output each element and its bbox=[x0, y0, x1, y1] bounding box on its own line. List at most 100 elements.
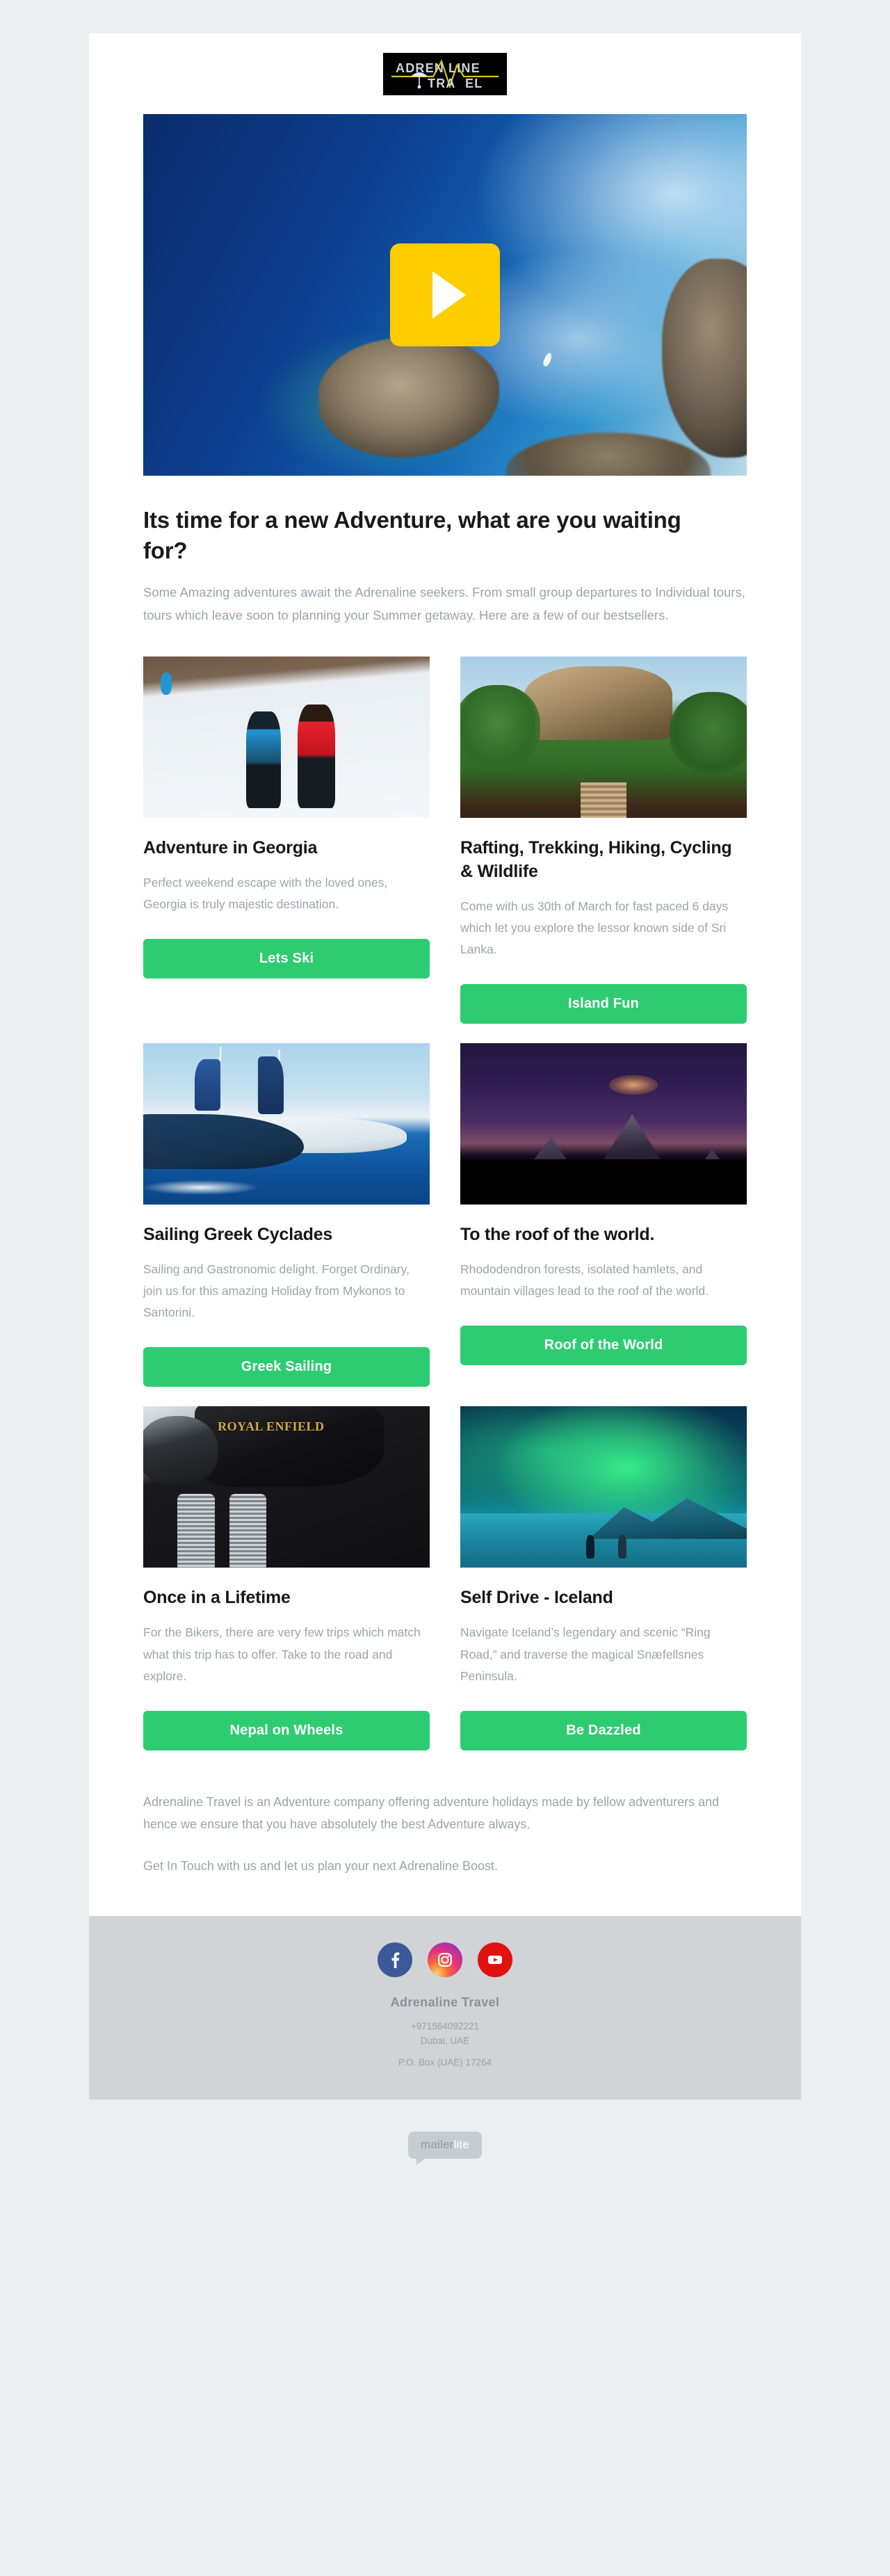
email-page: ADREN LINE TRA EL Its time for a new Adv… bbox=[0, 0, 890, 2576]
instagram-icon bbox=[438, 1953, 452, 1967]
svg-text:TRA: TRA bbox=[428, 77, 456, 90]
youtube-icon bbox=[488, 1955, 502, 1964]
youtube-link[interactable] bbox=[478, 1942, 512, 1977]
aurora-photo bbox=[460, 1406, 747, 1568]
card-adventure-in-georgia: Adventure in Georgia Perfect weekend esc… bbox=[143, 656, 430, 979]
play-button[interactable] bbox=[390, 243, 500, 346]
motorcycle-photo: ROYAL ENFIELD bbox=[143, 1406, 430, 1568]
logo-bar: ADREN LINE TRA EL bbox=[89, 33, 801, 114]
email-content: Its time for a new Adventure, what are y… bbox=[143, 476, 747, 1916]
card-title: Rafting, Trekking, Hiking, Cycling & Wil… bbox=[460, 837, 732, 881]
royal-enfield-text: ROYAL ENFIELD bbox=[218, 1419, 325, 1433]
card-to-the-roof-of-the-world: To the roof of the world. Rhododendron f… bbox=[460, 1043, 747, 1366]
intro-paragraph: Some Amazing adventures await the Adrena… bbox=[143, 584, 745, 622]
intro-section: Its time for a new Adventure, what are y… bbox=[143, 476, 747, 627]
email-footer: Adrenaline Travel +971564092221 Dubai, U… bbox=[89, 1915, 801, 2100]
card-image: ROYAL ENFIELD bbox=[143, 1406, 430, 1568]
svg-text:LINE: LINE bbox=[448, 61, 480, 75]
card-description: Rhododendron forests, isolated hamlets, … bbox=[460, 1262, 709, 1298]
card-row: Sailing Greek Cyclades Sailing and Gastr… bbox=[143, 1043, 747, 1387]
outro-paragraph-1: Adrenaline Travel is an Adventure compan… bbox=[143, 1794, 720, 1831]
facebook-icon bbox=[391, 1952, 400, 1968]
footer-company-name: Adrenaline Travel bbox=[390, 1995, 500, 2009]
skiing-photo bbox=[143, 656, 430, 818]
facebook-link[interactable] bbox=[378, 1942, 412, 1977]
sail-shape bbox=[195, 1059, 221, 1111]
footer-pobox: P.O. Box (UAE) 17264 bbox=[398, 2056, 492, 2068]
tree-shape bbox=[669, 691, 747, 773]
email-body: ADREN LINE TRA EL Its time for a new Adv… bbox=[89, 33, 801, 1916]
card-description: Sailing and Gastronomic delight. Forget … bbox=[143, 1262, 410, 1320]
footer-phone: +971564092221 bbox=[411, 2020, 479, 2031]
card-title: Sailing Greek Cyclades bbox=[143, 1225, 333, 1245]
product-card-grid: Adventure in Georgia Perfect weekend esc… bbox=[143, 627, 747, 1750]
outro-section: Adrenaline Travel is an Adventure compan… bbox=[143, 1770, 747, 1916]
cta-greek-sailing[interactable]: Greek Sailing bbox=[143, 1347, 430, 1387]
person-shape bbox=[586, 1534, 595, 1559]
sailing-photo bbox=[143, 1043, 430, 1205]
card-title: Once in a Lifetime bbox=[143, 1588, 291, 1608]
cta-lets-ski[interactable]: Lets Ski bbox=[143, 938, 430, 979]
outro-paragraph-2: Get In Touch with us and let us plan you… bbox=[143, 1858, 498, 1873]
card-title: Self Drive - Iceland bbox=[460, 1588, 613, 1608]
cylinder-shape bbox=[177, 1493, 215, 1568]
card-description: For the Bikers, there are very few trips… bbox=[143, 1625, 421, 1683]
card-rafting-trekking-sri-lanka: Rafting, Trekking, Hiking, Cycling & Wil… bbox=[460, 656, 747, 1024]
card-title: To the roof of the world. bbox=[460, 1225, 655, 1245]
skier-red-shape bbox=[298, 705, 336, 808]
mailerlite-badge-part2: lite bbox=[453, 2137, 470, 2151]
cta-be-dazzled[interactable]: Be Dazzled bbox=[460, 1710, 747, 1750]
adrenaline-travel-logo-icon: ADREN LINE TRA EL bbox=[390, 56, 500, 92]
tree-shape bbox=[460, 685, 541, 769]
email-wrapper: ADREN LINE TRA EL Its time for a new Adv… bbox=[0, 0, 890, 2187]
card-image bbox=[460, 1043, 747, 1205]
svg-text:EL: EL bbox=[465, 77, 483, 90]
mailerlite-badge[interactable]: mailerlite bbox=[407, 2131, 483, 2165]
cta-island-fun[interactable]: Island Fun bbox=[460, 984, 747, 1024]
card-row: ROYAL ENFIELD Once in a Lifetime For the… bbox=[143, 1406, 747, 1750]
sail-shape bbox=[257, 1056, 284, 1115]
skier-blue-shape bbox=[246, 711, 281, 808]
skier-distant-shape bbox=[160, 672, 172, 695]
mailerlite-badge-part1: mailer bbox=[420, 2137, 454, 2151]
hero-video-thumbnail[interactable] bbox=[143, 114, 747, 476]
card-sailing-greek-cyclades: Sailing Greek Cyclades Sailing and Gastr… bbox=[143, 1043, 430, 1387]
instagram-link[interactable] bbox=[428, 1942, 462, 1977]
person-shape bbox=[617, 1534, 626, 1559]
card-self-drive-iceland: Self Drive - Iceland Navigate Iceland’s … bbox=[460, 1406, 747, 1750]
footer-city: Dubai, UAE bbox=[420, 2035, 470, 2046]
cylinder-shape bbox=[229, 1493, 267, 1568]
card-image bbox=[143, 656, 430, 818]
card-row: Adventure in Georgia Perfect weekend esc… bbox=[143, 656, 747, 1024]
card-image bbox=[460, 656, 747, 818]
play-icon bbox=[432, 271, 466, 319]
mountain-photo bbox=[460, 1043, 747, 1205]
foreground-shape bbox=[460, 1159, 747, 1205]
card-title: Adventure in Georgia bbox=[143, 837, 318, 858]
mailerlite-badge-wrapper: mailerlite bbox=[0, 2100, 890, 2187]
card-description: Perfect weekend escape with the loved on… bbox=[143, 875, 388, 911]
card-description: Navigate Iceland’s legendary and scenic … bbox=[460, 1625, 711, 1683]
card-image bbox=[460, 1406, 747, 1568]
cta-roof-of-the-world[interactable]: Roof of the World bbox=[460, 1326, 747, 1366]
brand-logo[interactable]: ADREN LINE TRA EL bbox=[383, 53, 507, 95]
badge-shape bbox=[143, 1416, 218, 1484]
fuel-tank-shape bbox=[195, 1406, 385, 1488]
cloud-shape bbox=[609, 1075, 658, 1095]
sigiriya-photo bbox=[460, 656, 747, 818]
card-image bbox=[143, 1043, 430, 1205]
social-links bbox=[89, 1942, 801, 1977]
card-description: Come with us 30th of March for fast pace… bbox=[460, 899, 729, 956]
cta-nepal-on-wheels[interactable]: Nepal on Wheels bbox=[143, 1710, 430, 1750]
card-once-in-a-lifetime: ROYAL ENFIELD Once in a Lifetime For the… bbox=[143, 1406, 430, 1750]
stairs-shape bbox=[581, 782, 626, 818]
wake-shape bbox=[143, 1180, 258, 1196]
page-title: Its time for a new Adventure, what are y… bbox=[143, 507, 681, 563]
rock-shape bbox=[523, 666, 672, 741]
